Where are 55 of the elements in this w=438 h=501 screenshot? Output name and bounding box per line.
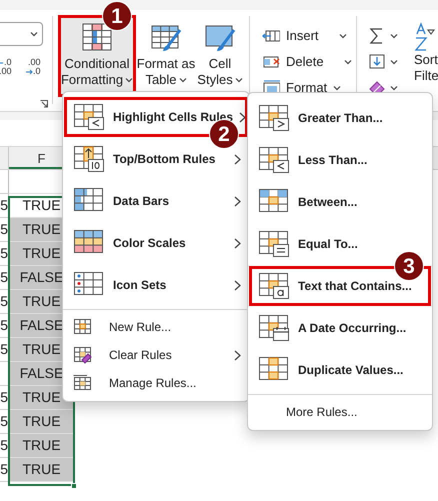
table-cell: TRUE — [9, 410, 74, 434]
manage-rules-icon — [73, 374, 93, 392]
delete-cells-icon — [262, 54, 280, 70]
text-contains-icon — [258, 272, 290, 300]
table-cell: 5 — [0, 434, 9, 458]
empty-cell — [0, 170, 9, 194]
conditional-formatting-icon — [81, 22, 113, 52]
caret-icon — [234, 77, 243, 83]
caret-icon — [125, 77, 134, 83]
equal-to-icon — [258, 230, 290, 258]
dialog-launcher-icon — [40, 100, 48, 108]
arrow-icon — [25, 68, 33, 74]
table-cell: 5 — [0, 314, 9, 338]
table-cell: TRUE — [9, 434, 74, 458]
table-cell: 5 — [0, 458, 9, 482]
table-cell: 5 — [0, 266, 9, 290]
caret-icon — [30, 31, 38, 37]
table-cell: 5 — [0, 218, 9, 242]
table-cell: TRUE — [9, 458, 74, 482]
table-cell: 5 — [0, 410, 9, 434]
table-cell: 5 — [0, 290, 9, 314]
calendar-icon — [258, 314, 290, 342]
table-cell: 5 — [0, 242, 9, 266]
table-cell: 5 — [0, 386, 9, 410]
ribbon-button[interactable]: Cell Styles — [196, 18, 244, 90]
decimal-button[interactable]: .00 .0 — [25, 58, 41, 76]
menu-item[interactable]: Greater Than... — [248, 97, 432, 139]
sort-filter-button[interactable]: Sort Filte — [414, 22, 438, 84]
menu-item[interactable]: A Date Occurring... — [248, 307, 432, 349]
caret-icon — [390, 59, 398, 65]
menu-item[interactable]: More Rules... — [248, 398, 432, 426]
insert-cells-icon — [262, 28, 280, 44]
ribbon-button[interactable]: Insert — [262, 23, 347, 49]
caret-icon — [338, 33, 347, 39]
decimal-button[interactable]: .0 .00 — [0, 58, 12, 76]
menu-item[interactable]: Between... — [248, 181, 432, 223]
fill-handle[interactable] — [71, 483, 77, 489]
caret-icon — [344, 59, 352, 65]
top-bottom-icon — [73, 145, 105, 173]
less-than-icon — [73, 103, 105, 131]
caret-icon — [178, 77, 187, 83]
eraser-icon — [73, 346, 93, 364]
font-size-dropdown[interactable] — [0, 22, 43, 46]
ribbon-button[interactable]: Format as Table — [138, 18, 194, 90]
caret-icon — [390, 85, 398, 91]
caret-icon — [333, 85, 342, 91]
caret-icon — [390, 33, 398, 39]
table-cell: 5 — [0, 194, 9, 218]
menu-item[interactable]: Less Than... — [248, 139, 432, 181]
menu-item[interactable]: Duplicate Values... — [248, 349, 432, 391]
greater-than-icon — [258, 104, 290, 132]
table-cell: 5 — [0, 338, 9, 362]
sort-icon — [414, 22, 438, 52]
ribbon-button[interactable]: Delete — [262, 49, 352, 75]
less-than-icon — [258, 146, 290, 174]
